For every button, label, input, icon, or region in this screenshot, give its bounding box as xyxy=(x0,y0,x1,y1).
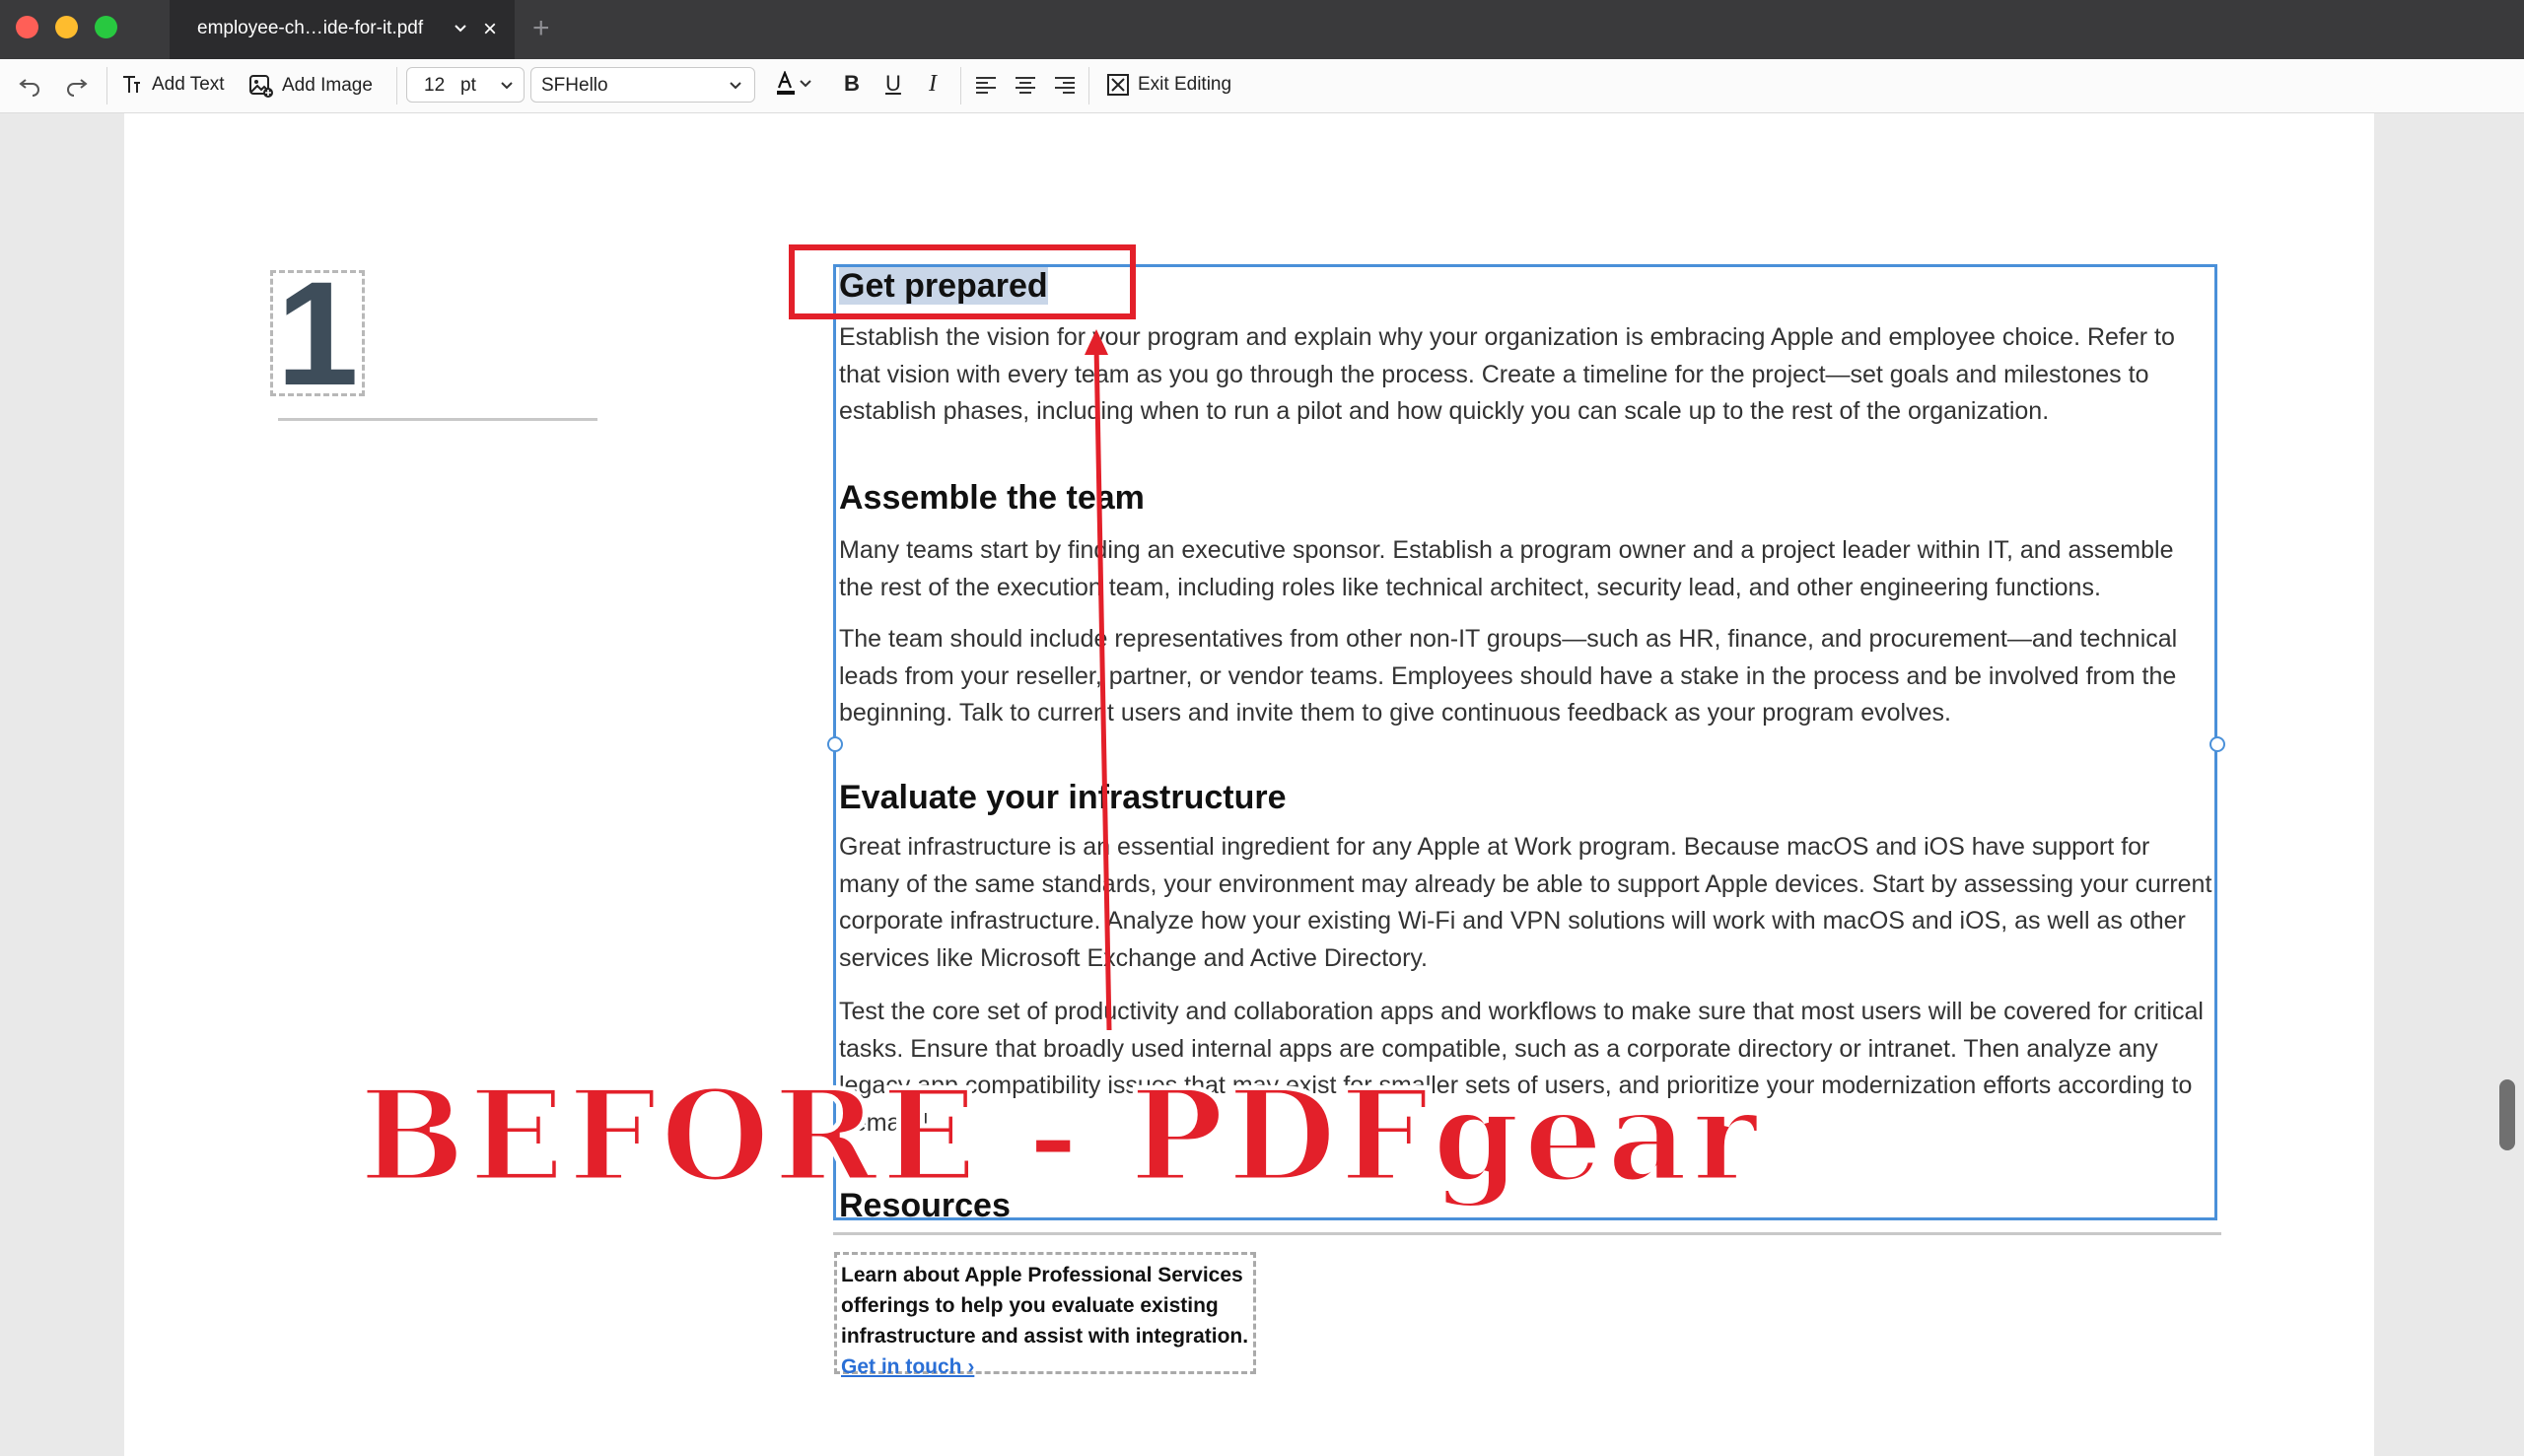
annotation-arrow-icon xyxy=(1085,329,1112,1031)
before-banner: BEFORE - PDFgear xyxy=(357,1061,1761,1213)
